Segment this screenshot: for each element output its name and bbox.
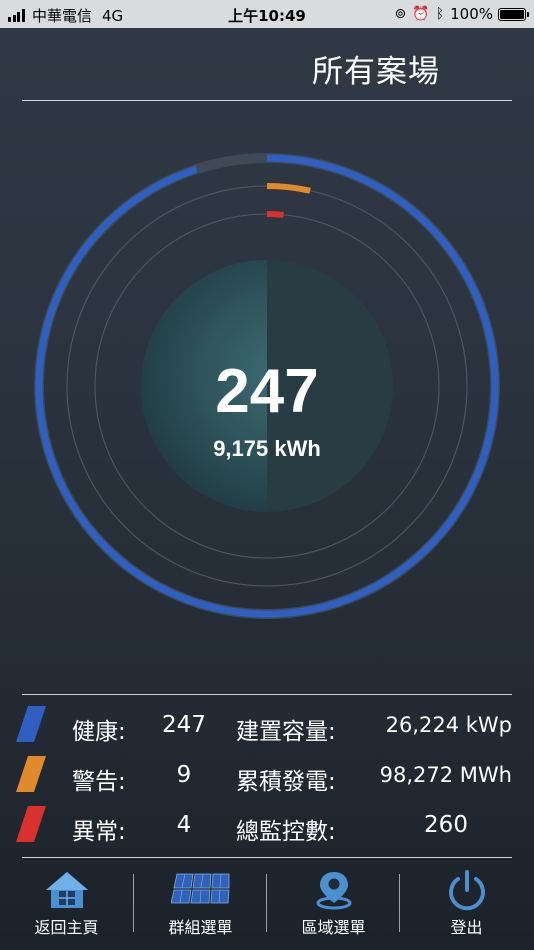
healthy-value: 247: [162, 712, 206, 738]
healthy-count: 247: [215, 357, 319, 426]
warning-swatch-icon: [16, 756, 46, 792]
cumulative-label: 累積發電:: [236, 769, 336, 795]
solar-panels-icon: [170, 873, 229, 904]
tab-logout-label: 登出: [450, 918, 483, 937]
tab-home[interactable]: 返回主頁: [0, 860, 133, 950]
tab-logout[interactable]: 登出: [400, 860, 533, 950]
stat-row-warning: 警告: 9 累積發電: 98,272 MWh: [0, 748, 534, 798]
healthy-label: 健康:: [72, 719, 126, 745]
header-divider: [22, 100, 512, 101]
warning-arc: [266, 183, 311, 194]
page-title: 所有案場: [312, 54, 440, 90]
abnormal-arc: [266, 211, 284, 218]
healthy-swatch-icon: [16, 706, 46, 742]
capacity-value: 26,224 kWp: [385, 713, 512, 737]
tab-region-menu[interactable]: 區域選單: [267, 860, 400, 950]
battery-percent: 100%: [450, 5, 493, 23]
tab-group-menu-label: 群組選單: [168, 918, 233, 937]
warning-value: 9: [176, 762, 192, 788]
abnormal-swatch-icon: [16, 806, 46, 842]
warning-label: 警告:: [72, 769, 126, 795]
monitor-count-label: 總監控數:: [236, 819, 336, 845]
tab-bar: 返回主頁 群組選單 區域選單 登出: [0, 860, 534, 950]
cumulative-value: 98,272 MWh: [379, 763, 512, 787]
location-pin-icon: [316, 872, 351, 910]
tab-home-label: 返回主頁: [34, 918, 99, 937]
abnormal-label: 異常:: [72, 819, 126, 845]
stat-row-healthy: 健康: 247 建置容量: 26,224 kWp: [0, 698, 534, 748]
stat-row-abnormal: 異常: 4 總監控數: 260: [0, 798, 534, 848]
monitor-count-value: 260: [424, 812, 468, 838]
abnormal-value: 4: [176, 812, 192, 838]
orientation-lock-icon: ⊚: [394, 6, 407, 22]
power-icon: [448, 870, 485, 911]
stats-divider-top: [22, 694, 512, 695]
home-icon: [45, 872, 88, 908]
today-energy: 9,175 kWh: [213, 436, 321, 461]
bluetooth-icon: ᛒ: [435, 6, 445, 22]
tab-region-menu-label: 區域選單: [301, 918, 366, 937]
battery-icon: [498, 7, 529, 21]
alarm-icon: ⏰: [412, 6, 430, 22]
capacity-label: 建置容量:: [236, 719, 336, 745]
stats-divider-bottom: [22, 857, 512, 858]
status-bar: 中華電信 4G 上午10:49 ⊚ ⏰ ᛒ 100%: [0, 0, 534, 28]
tab-group-menu[interactable]: 群組選單: [134, 860, 267, 950]
